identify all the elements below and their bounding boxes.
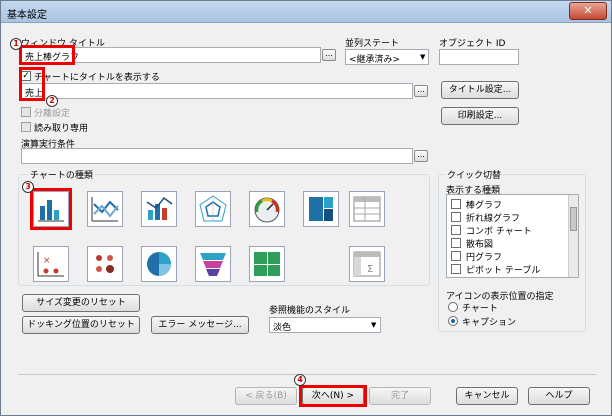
scatter-chart-icon[interactable]: × xyxy=(33,246,69,282)
dialog-window: 基本設定 ✕ ウィンドウ タイトル 売上棒グラフ ... 並列ステート <継承済… xyxy=(0,0,612,416)
read-only-label: 読み取り専用 xyxy=(34,124,89,134)
close-button[interactable]: ✕ xyxy=(569,2,607,20)
calc-condition-input[interactable] xyxy=(21,148,413,164)
list-scrollbar[interactable] xyxy=(568,195,578,277)
bar-chart-icon[interactable] xyxy=(33,191,69,227)
scrollbar-thumb[interactable] xyxy=(570,207,577,231)
chart-title-browse-button[interactable]: ... xyxy=(414,85,428,97)
title-bar[interactable]: 基本設定 ✕ xyxy=(1,1,611,23)
straight-table-icon[interactable] xyxy=(349,191,385,227)
error-message-button[interactable]: エラー メッセージ... xyxy=(151,316,249,334)
chart-type-group-title: チャートの種類 xyxy=(28,168,95,181)
detach-checkbox[interactable] xyxy=(21,107,31,117)
pivot-table-icon[interactable]: Σ xyxy=(349,246,385,282)
reference-style-value: 淡色 xyxy=(273,323,292,333)
sort-state-value: <継承済み> xyxy=(349,55,401,65)
show-title-checkbox[interactable]: ✓ xyxy=(21,71,31,81)
svg-text:×: × xyxy=(43,256,51,266)
quick-change-title: クイック切替 xyxy=(445,168,504,181)
window-title: 基本設定 xyxy=(7,10,47,21)
print-settings-button[interactable]: 印刷設定... xyxy=(441,107,519,125)
window-title-browse-button[interactable]: ... xyxy=(322,49,336,61)
annotation-badge-4: 4 xyxy=(294,374,306,386)
finish-button[interactable]: 完了 xyxy=(369,387,431,405)
show-title-label: チャートにタイトルを表示する xyxy=(34,73,160,83)
quick-change-list[interactable]: 棒グラフ 折れ線グラフ コンボ チャート 散布図 円グラフ ピボット テーブル xyxy=(446,194,579,278)
pie-chart-icon[interactable] xyxy=(141,246,177,282)
mekko-chart-icon[interactable] xyxy=(249,246,285,282)
annotation-badge-3: 3 xyxy=(22,181,34,193)
reset-size-button[interactable]: サイズ変更のリセット xyxy=(22,294,140,312)
chart-title-input[interactable]: 売上 xyxy=(21,83,413,99)
help-button[interactable]: ヘルプ xyxy=(528,387,590,405)
reset-docking-button[interactable]: ドッキング位置のリセット xyxy=(22,316,140,334)
reference-style-select[interactable]: 淡色 xyxy=(269,317,381,333)
back-button[interactable]: < 戻る(B) xyxy=(235,387,297,405)
funnel-chart-icon[interactable] xyxy=(195,246,231,282)
line-chart-icon[interactable] xyxy=(87,191,123,227)
cancel-button[interactable]: キャンセル xyxy=(456,387,518,405)
next-button[interactable]: 次へ(N) > xyxy=(302,387,364,405)
reference-style-label: 参照機能のスタイル xyxy=(269,306,351,316)
title-settings-button[interactable]: タイトル設定... xyxy=(441,81,519,99)
icon-position-caption-label: キャプション xyxy=(462,318,517,328)
icon-position-chart-radio[interactable] xyxy=(448,302,458,312)
object-id-label: オブジェクト ID xyxy=(439,39,506,49)
object-id-input[interactable] xyxy=(439,49,519,65)
calc-condition-browse-button[interactable]: ... xyxy=(414,150,428,162)
annotation-badge-1: 1 xyxy=(10,38,22,50)
combo-chart-icon[interactable] xyxy=(141,191,177,227)
grid-chart-icon[interactable] xyxy=(87,246,123,282)
detach-label: 分離設定 xyxy=(34,109,71,119)
radar-chart-icon[interactable] xyxy=(195,191,231,227)
sort-state-label: 並列ステート xyxy=(345,39,400,49)
chevron-down-icon: ▼ xyxy=(371,321,377,329)
icon-position-caption-radio[interactable] xyxy=(448,316,458,326)
annotation-badge-2: 2 xyxy=(46,95,58,107)
block-chart-icon[interactable] xyxy=(303,191,339,227)
gauge-chart-icon[interactable] xyxy=(249,191,285,227)
sort-state-select[interactable]: <継承済み> xyxy=(345,49,429,65)
chevron-down-icon: ▼ xyxy=(420,53,426,61)
footer-divider xyxy=(18,374,596,375)
window-title-input[interactable]: 売上棒グラフ xyxy=(21,47,321,63)
svg-text:Σ: Σ xyxy=(367,264,373,275)
icon-position-chart-label: チャート xyxy=(462,304,498,314)
read-only-checkbox[interactable] xyxy=(21,122,31,132)
